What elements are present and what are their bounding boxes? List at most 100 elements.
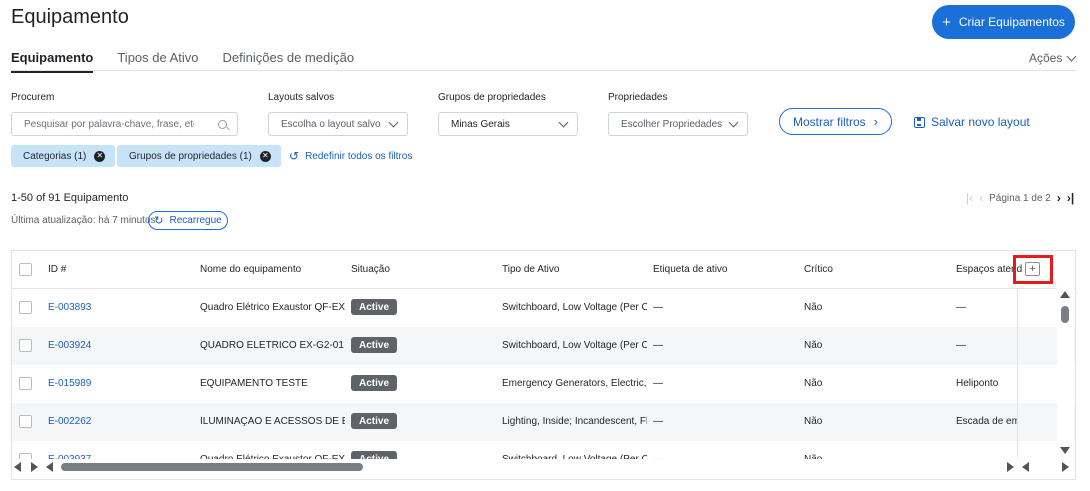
cell-id[interactable]: E-003893 [48, 302, 188, 313]
table-row[interactable]: E-003893 Quadro Elétrico Exaustor QF-EXT-… [12, 289, 1075, 327]
cell-asset-type: Switchboard, Low Voltage (Per C... [502, 302, 647, 313]
first-page-icon[interactable]: |‹ [966, 191, 973, 205]
status-badge: Active [351, 375, 398, 391]
table-row[interactable]: E-002262 ILUMINAÇÃO E ACESSOS DE EM... Act… [12, 403, 1075, 441]
cell-critical: Não [804, 416, 823, 427]
column-header-status[interactable]: Situação [351, 264, 390, 275]
scroll-up-icon[interactable] [1060, 291, 1070, 298]
create-equipment-button[interactable]: + Criar Equipamentos [932, 5, 1075, 39]
filter-chip-property-groups[interactable]: Grupos de propriedades (1) ✕ [117, 145, 281, 167]
tabs-divider [11, 70, 1076, 71]
cell-spaces: — [956, 340, 966, 351]
column-header-id[interactable]: ID # [48, 264, 66, 275]
cell-asset-tag: — [653, 378, 663, 389]
save-icon [914, 116, 925, 128]
close-icon[interactable]: ✕ [94, 150, 106, 162]
show-filters-label: Mostrar filtros [792, 114, 866, 129]
horizontal-scroll-thumb[interactable] [61, 463, 363, 471]
filter-chip-label: Grupos de propriedades (1) [129, 150, 252, 162]
chevron-down-icon [728, 117, 739, 127]
cell-asset-type: Emergency Generators, Electric, ... [502, 378, 647, 389]
chevron-right-icon: › [873, 114, 879, 129]
refresh-icon: ↻ [154, 215, 164, 227]
cell-name: Quadro Elétrico Exaustor QF-EXT-... [200, 302, 345, 313]
status-badge: Active [351, 337, 398, 353]
cell-name: ILUMINAÇÃO E ACESSOS DE EM... [200, 416, 345, 427]
reset-filters-link[interactable]: ↺ Redefinir todos os filtros [289, 150, 412, 162]
property-groups-label: Grupos de propriedades [438, 92, 546, 103]
saved-layouts-select[interactable]: Escolha o layout salvo [268, 112, 408, 136]
scroll-down-icon[interactable] [1060, 447, 1070, 454]
cell-spaces: Heliponto [956, 378, 999, 389]
show-filters-button[interactable]: Mostrar filtros › [779, 108, 892, 135]
search-input[interactable] [24, 118, 194, 130]
properties-value: Escolher Propriedades [621, 118, 723, 130]
column-header-critical[interactable]: Crítico [804, 264, 833, 275]
cell-name: QUADRO ELÉTRICO EX-G2-01 BO... [200, 340, 345, 351]
cell-spaces: Escada de eme [956, 416, 1018, 427]
saved-layouts-value: Escolha o layout salvo [281, 118, 381, 130]
cell-id[interactable]: E-015989 [48, 378, 188, 389]
scroll-right-icon[interactable] [31, 462, 38, 472]
last-page-icon[interactable]: ›| [1067, 191, 1074, 205]
page-title: Equipamento [11, 6, 129, 28]
scroll-left-icon[interactable] [1022, 462, 1029, 472]
column-header-name[interactable]: Nome do equipamento [200, 264, 301, 275]
properties-select[interactable]: Escolher Propriedades [608, 112, 748, 136]
chevron-down-icon [1066, 51, 1077, 61]
cell-id[interactable]: E-002262 [48, 416, 188, 427]
select-all-checkbox[interactable] [19, 263, 32, 276]
row-checkbox[interactable] [19, 301, 32, 314]
next-page-icon[interactable]: › [1057, 191, 1061, 205]
properties-label: Propriedades [608, 92, 668, 103]
cell-name: EQUIPAMENTO TESTE [200, 378, 308, 389]
add-column-button[interactable]: + [1025, 262, 1040, 276]
scroll-left-icon[interactable] [46, 462, 53, 472]
prev-page-icon[interactable]: ‹ [979, 191, 983, 205]
cell-asset-tag: — [653, 302, 663, 313]
row-checkbox[interactable] [19, 339, 32, 352]
last-updated: Última atualização: há 7 minutos [11, 215, 156, 226]
status-badge: Active [351, 299, 398, 315]
cell-asset-type: Lighting, Inside; Incandescent, Fl... [502, 416, 647, 427]
cell-critical: Não [804, 378, 823, 389]
column-header-asset-tag[interactable]: Etiqueta de ativo [653, 264, 728, 275]
page-indicator: Página 1 de 2 [989, 192, 1051, 204]
actions-menu[interactable]: Ações [1029, 51, 1077, 65]
saved-layouts-label: Layouts salvos [268, 92, 335, 103]
save-layout-button[interactable]: Salvar novo layout [914, 115, 1030, 129]
create-equipment-label: Criar Equipamentos [958, 15, 1065, 29]
property-groups-value: Minas Gerais [451, 118, 510, 130]
actions-label: Ações [1029, 51, 1063, 65]
search-icon [218, 119, 227, 129]
table-header: ID # Nome do equipamento Situação Tipo d… [12, 251, 1075, 289]
cell-id[interactable]: E-003924 [48, 340, 188, 351]
pagination: |‹ ‹ Página 1 de 2 › ›| [966, 191, 1074, 205]
reload-label: Recarregue [169, 215, 222, 226]
result-count: 1-50 of 91 Equipamento [11, 192, 129, 204]
property-groups-select[interactable]: Minas Gerais [438, 112, 578, 136]
column-divider [1017, 288, 1018, 458]
reload-button[interactable]: ↻ Recarregue [148, 211, 228, 230]
plus-icon: + [942, 13, 951, 31]
cell-critical: Não [804, 302, 823, 313]
filter-chip-label: Categorias (1) [23, 150, 87, 162]
undo-icon: ↺ [289, 149, 300, 163]
column-header-asset-type[interactable]: Tipo de Ativo [502, 264, 559, 275]
cell-asset-type: Switchboard, Low Voltage (Per C... [502, 340, 647, 351]
row-checkbox[interactable] [19, 377, 32, 390]
table-row[interactable]: E-003924 QUADRO ELÉTRICO EX-G2-01 BO... Ac… [12, 327, 1075, 365]
scroll-left-icon[interactable] [14, 462, 21, 472]
cell-critical: Não [804, 340, 823, 351]
vertical-scroll-thumb[interactable] [1061, 306, 1069, 323]
row-checkbox[interactable] [19, 415, 32, 428]
equipment-table: ID # Nome do equipamento Situação Tipo d… [11, 250, 1076, 480]
cell-asset-tag: — [653, 340, 663, 351]
table-row[interactable]: E-015989 EQUIPAMENTO TESTE Active Emergency… [12, 365, 1075, 403]
filter-chip-categories[interactable]: Categorias (1) ✕ [11, 145, 116, 167]
close-icon[interactable]: ✕ [259, 150, 271, 162]
scroll-right-icon[interactable] [1062, 462, 1069, 472]
scroll-right-icon[interactable] [1007, 462, 1014, 472]
cell-asset-tag: — [653, 416, 663, 427]
status-badge: Active [351, 413, 398, 429]
